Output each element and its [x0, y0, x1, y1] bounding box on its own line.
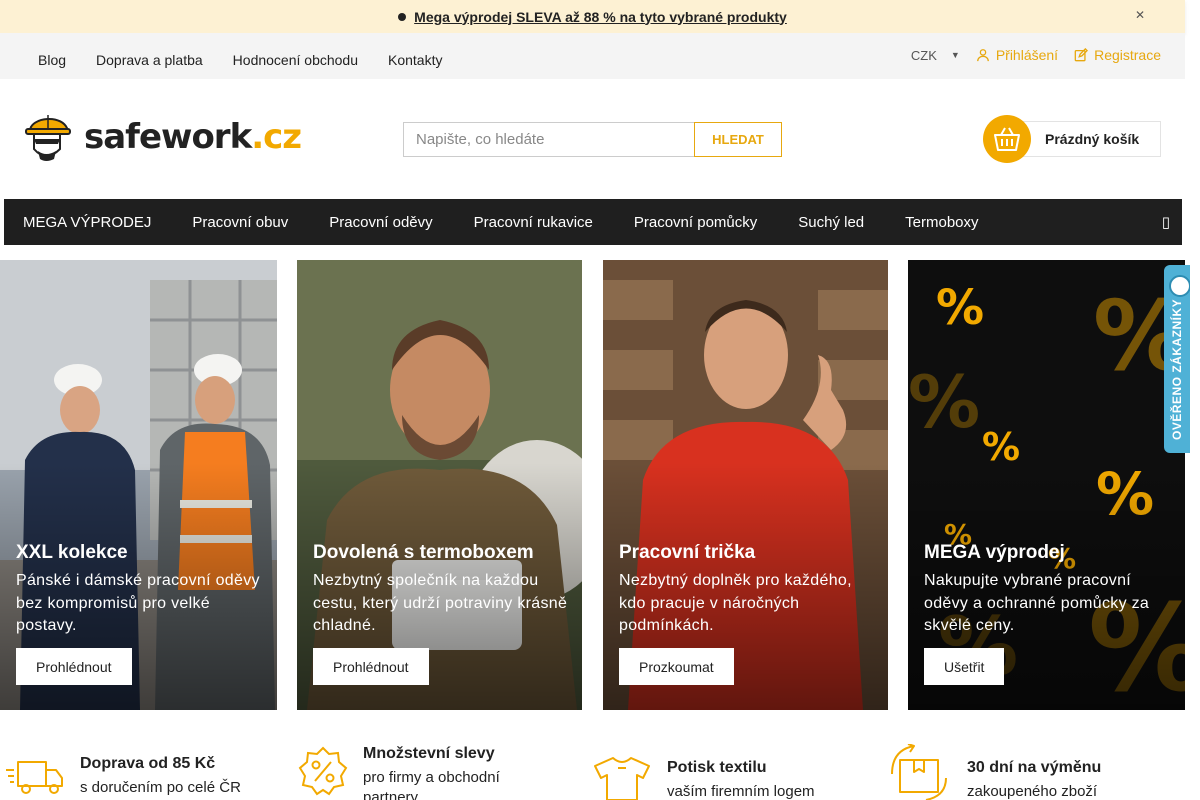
benefit-printing: Potisk textilu vaším firemním logem	[593, 756, 815, 800]
search-form: HLEDAT	[403, 122, 782, 157]
benefit-subtitle: s doručením po celé ČR	[80, 779, 241, 796]
banner-content: MEGA výprodej Nakupujte vybrané pracovní…	[924, 542, 1173, 638]
banner-title: Pracovní trička	[619, 542, 756, 563]
banner-button[interactable]: Prozkoumat	[619, 648, 734, 685]
login-link[interactable]: Přihlášení	[976, 47, 1058, 63]
percent-icon: %	[908, 360, 981, 444]
edit-icon	[1074, 48, 1089, 62]
announcement-link[interactable]: Mega výprodej SLEVA až 88 % na tyto vybr…	[414, 9, 787, 25]
header: safework.cz HLEDAT Prázdný košík	[0, 79, 1185, 199]
user-icon	[976, 49, 989, 62]
banner-title: MEGA výprodej	[924, 542, 1065, 563]
cart-button[interactable]: Prázdný košík	[983, 115, 1161, 163]
tshirt-icon	[594, 757, 650, 800]
menu-more-icon[interactable]: ▯	[1162, 213, 1170, 231]
search-button[interactable]: HLEDAT	[694, 122, 782, 157]
cart-badge	[983, 115, 1031, 163]
basket-icon	[994, 127, 1020, 151]
promo-banners: XXL kolekce Pánské i dámské pracovní odě…	[0, 260, 1185, 710]
banner-title: Dovolená s termoboxem	[313, 542, 534, 563]
banner-content: Dovolená s termoboxem Nezbytný společník…	[313, 542, 570, 638]
banner-text: Nakupujte vybrané pracovní oděvy a ochra…	[924, 572, 1150, 634]
banner-mega-sale[interactable]: % % % % % % % % % MEGA výprodej Nakupujt…	[908, 260, 1185, 710]
banner-content: Pracovní trička Nezbytný doplněk pro kaž…	[619, 542, 876, 638]
verified-label: OVĚŘENO ZÁKAZNÍKY	[1170, 298, 1184, 440]
search-input[interactable]	[403, 122, 694, 157]
discount-badge-icon	[298, 746, 348, 796]
main-menu: MEGA VÝPRODEJ Pracovní obuv Pracovní odě…	[4, 199, 1182, 245]
menu-item-mega-sale[interactable]: MEGA VÝPRODEJ	[23, 214, 151, 231]
login-label: Přihlášení	[995, 47, 1059, 63]
truck-icon	[6, 761, 63, 794]
logo-text: safework.cz	[84, 117, 302, 157]
percent-icon: %	[936, 280, 985, 336]
top-nav-contacts[interactable]: Kontakty	[388, 52, 442, 68]
banner-content: XXL kolekce Pánské i dámské pracovní odě…	[16, 542, 265, 638]
top-nav-reviews[interactable]: Hodnocení obchodu	[233, 52, 358, 68]
bullet-icon	[398, 12, 407, 21]
menu-item-work-tools[interactable]: Pracovní pomůcky	[634, 214, 757, 231]
benefit-text: 30 dní na výměnu zakoupeného zboží	[967, 759, 1101, 800]
benefit-title: Množstevní slevy	[363, 745, 495, 762]
benefit-title: Potisk textilu	[667, 759, 767, 776]
benefit-subtitle: zakoupeného zboží	[967, 783, 1098, 800]
top-nav-shipping[interactable]: Doprava a platba	[96, 52, 203, 68]
banner-button[interactable]: Ušetřit	[924, 648, 1005, 685]
close-icon[interactable]: ✕	[1135, 8, 1145, 22]
chevron-down-icon: ▼	[950, 50, 960, 60]
benefits-row: Doprava od 85 Kč s doručením po celé ČR …	[0, 730, 1185, 800]
cart-label: Prázdný košík	[1023, 121, 1161, 157]
menu-item-work-shoes[interactable]: Pracovní obuv	[192, 214, 288, 231]
benefit-title: 30 dní na výměnu	[967, 759, 1102, 776]
menu-item-coolboxes[interactable]: Termoboxy	[905, 214, 978, 231]
logo-name: safework	[84, 117, 252, 157]
banner-text: Nezbytný společník na každou cestu, kter…	[313, 572, 568, 634]
top-right-controls: CZK ▼ Přihlášení Registrace	[911, 47, 1161, 63]
logo[interactable]: safework.cz	[24, 109, 302, 165]
menu-item-work-gloves[interactable]: Pracovní rukavice	[474, 214, 593, 231]
currency-select[interactable]: CZK ▼	[911, 48, 960, 63]
banner-title: XXL kolekce	[16, 542, 128, 563]
helmet-worker-logo-icon	[25, 115, 71, 161]
menu-item-work-clothes[interactable]: Pracovní oděvy	[329, 214, 432, 231]
top-nav-blog[interactable]: Blog	[38, 52, 66, 68]
banner-tshirts[interactable]: Pracovní trička Nezbytný doplněk pro kaž…	[603, 260, 888, 710]
menu-item-dry-ice[interactable]: Suchý led	[798, 214, 864, 231]
currency-value: CZK	[910, 47, 937, 63]
top-nav: Blog Doprava a platba Hodnocení obchodu …	[38, 52, 442, 68]
benefit-returns: 30 dní na výměnu zakoupeného zboží	[890, 744, 1101, 800]
banner-coolbox[interactable]: Dovolená s termoboxem Nezbytný společník…	[297, 260, 582, 710]
verified-reviews-badge[interactable]: OVĚŘENO ZÁKAZNÍKY	[1164, 265, 1190, 453]
banner-text: Nezbytný doplněk pro každého, kdo pracuj…	[619, 572, 852, 634]
banner-button[interactable]: Prohlédnout	[16, 648, 132, 685]
register-link[interactable]: Registrace	[1074, 47, 1161, 63]
benefit-subtitle: vaším firemním logem	[667, 783, 815, 800]
top-links-bar: Blog Doprava a platba Hodnocení obchodu …	[0, 33, 1185, 79]
register-label: Registrace	[1094, 47, 1161, 63]
banner-xxl[interactable]: XXL kolekce Pánské i dámské pracovní odě…	[0, 260, 277, 710]
banner-button[interactable]: Prohlédnout	[313, 648, 429, 685]
benefit-title: Doprava od 85 Kč	[80, 755, 216, 772]
logo-tld: .cz	[251, 117, 302, 157]
benefit-discounts: Množstevní slevy pro firmy a obchodní pa…	[298, 745, 523, 800]
announcement-bar: Mega výprodej SLEVA až 88 % na tyto vybr…	[0, 0, 1185, 33]
seal-icon	[1169, 275, 1190, 297]
return-box-icon	[891, 744, 947, 800]
benefit-text: Doprava od 85 Kč s doručením po celé ČR	[80, 755, 241, 798]
benefit-text: Množstevní slevy pro firmy a obchodní pa…	[363, 745, 523, 800]
benefit-subtitle: pro firmy a obchodní partnery	[363, 769, 500, 800]
benefit-shipping: Doprava od 85 Kč s doručením po celé ČR	[6, 755, 241, 798]
banner-text: Pánské i dámské pracovní oděvy bez kompr…	[16, 572, 260, 634]
benefit-text: Potisk textilu vaším firemním logem	[667, 759, 815, 800]
